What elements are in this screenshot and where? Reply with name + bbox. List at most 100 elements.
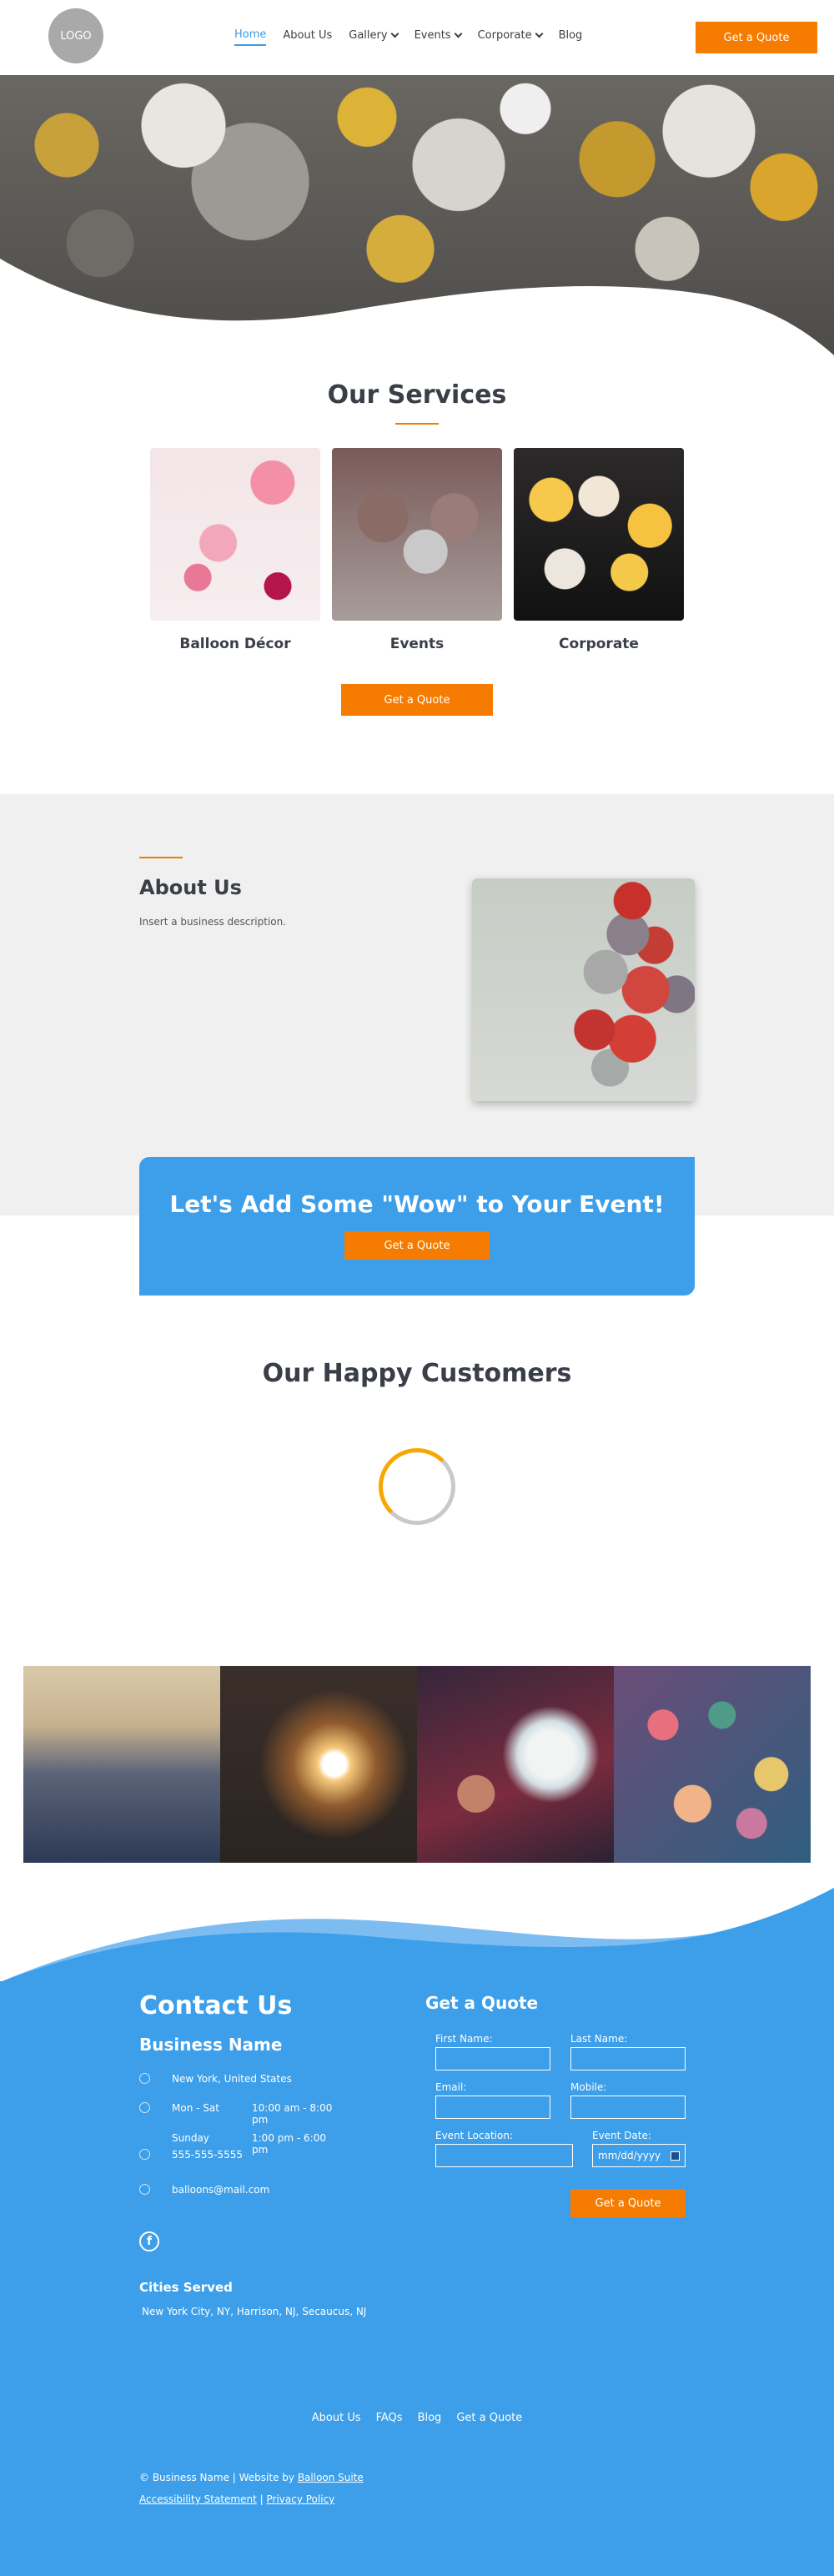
hours-time: 10:00 am - 8:00 pm bbox=[252, 2102, 333, 2126]
balloon-decor-image[interactable] bbox=[150, 448, 320, 621]
email-link[interactable]: balloons@mail.com bbox=[172, 2184, 269, 2196]
event-location-field[interactable] bbox=[435, 2144, 573, 2167]
gallery-image-tablet[interactable] bbox=[417, 1666, 614, 1863]
hours-row: Mon - Sat 10:00 am - 8:00 pm Sunday 1:00… bbox=[139, 2102, 344, 2156]
nav-about-label: About Us bbox=[283, 29, 333, 42]
event-date-field[interactable]: mm/dd/yyyy bbox=[592, 2144, 686, 2167]
copyright: © Business Name | Website by Balloon Sui… bbox=[139, 2472, 364, 2483]
nav-events-label: Events bbox=[414, 29, 451, 42]
last-name-label: Last Name: bbox=[570, 2033, 628, 2045]
nav-blog[interactable]: Blog bbox=[559, 28, 583, 46]
nav-about-us[interactable]: About Us bbox=[283, 28, 332, 46]
nav-corporate-label: Corporate bbox=[477, 29, 532, 42]
service-label[interactable]: Corporate bbox=[514, 636, 684, 652]
customers-title: Our Happy Customers bbox=[262, 1359, 572, 1388]
gallery-image-bokeh[interactable] bbox=[614, 1666, 811, 1863]
nav-events[interactable]: Events bbox=[414, 28, 463, 46]
clock-icon bbox=[139, 2102, 150, 2113]
footer-wave bbox=[0, 1888, 834, 1982]
nav-gallery[interactable]: Gallery bbox=[349, 28, 399, 46]
footer-link-faqs[interactable]: FAQs bbox=[376, 2412, 403, 2424]
footer-nav: About Us FAQs Blog Get a Quote bbox=[0, 2412, 834, 2424]
service-label[interactable]: Events bbox=[332, 636, 502, 652]
nav-home[interactable]: Home bbox=[234, 28, 267, 46]
corporate-image[interactable] bbox=[514, 448, 684, 621]
footer-link-about[interactable]: About Us bbox=[312, 2412, 361, 2424]
accessibility-link[interactable]: Accessibility Statement bbox=[139, 2493, 257, 2505]
date-placeholder: mm/dd/yyyy bbox=[598, 2150, 661, 2161]
calendar-icon[interactable] bbox=[671, 2151, 680, 2161]
credit-link[interactable]: Balloon Suite bbox=[298, 2472, 364, 2483]
contact-title: Contact Us bbox=[139, 1991, 293, 2020]
phone-row: 555-555-5555 bbox=[139, 2149, 243, 2161]
email-field[interactable] bbox=[435, 2096, 550, 2119]
footer-wrapper: Contact Us Business Name New York, Unite… bbox=[0, 1881, 834, 2576]
service-label[interactable]: Balloon Décor bbox=[150, 636, 320, 652]
about-divider bbox=[139, 857, 183, 858]
first-name-label: First Name: bbox=[435, 2033, 493, 2045]
mail-icon bbox=[139, 2184, 150, 2195]
privacy-link[interactable]: Privacy Policy bbox=[266, 2493, 334, 2505]
chevron-down-icon bbox=[390, 29, 399, 38]
email-label: Email: bbox=[435, 2081, 467, 2093]
quote-submit-button[interactable]: Get a Quote bbox=[570, 2189, 686, 2217]
location-text: New York, United States bbox=[172, 2073, 292, 2085]
mobile-field[interactable] bbox=[570, 2096, 686, 2119]
legal-separator: | bbox=[256, 2493, 267, 2505]
phone-icon bbox=[139, 2149, 150, 2160]
about-title: About Us bbox=[139, 876, 242, 899]
event-date-label: Event Date: bbox=[592, 2130, 651, 2141]
cities-list: New York City, NY, Harrison, NJ, Secaucu… bbox=[142, 2306, 367, 2317]
copyright-text: © Business Name | Website by bbox=[139, 2472, 298, 2483]
nav-home-label: Home bbox=[234, 28, 267, 41]
location-row: New York, United States bbox=[139, 2073, 292, 2085]
legal-links: Accessibility Statement | Privacy Policy bbox=[139, 2493, 334, 2505]
services-title: Our Services bbox=[327, 380, 507, 410]
gallery-image-city[interactable] bbox=[23, 1666, 220, 1863]
loading-spinner-icon bbox=[379, 1448, 455, 1525]
email-row: balloons@mail.com bbox=[139, 2184, 269, 2196]
facebook-icon[interactable]: f bbox=[139, 2231, 159, 2251]
nav-blog-label: Blog bbox=[558, 29, 583, 42]
chevron-down-icon bbox=[454, 29, 463, 38]
footer-link-blog[interactable]: Blog bbox=[418, 2412, 442, 2424]
business-name: Business Name bbox=[139, 2035, 283, 2055]
title-divider bbox=[395, 423, 439, 425]
about-balloons-image bbox=[472, 878, 695, 1101]
cta-title: Let's Add Some "Wow" to Your Event! bbox=[169, 1190, 665, 1218]
cta-banner: Let's Add Some "Wow" to Your Event! Get … bbox=[139, 1157, 695, 1296]
logo[interactable]: LOGO bbox=[48, 8, 103, 63]
service-card-corporate[interactable]: Corporate bbox=[514, 448, 684, 652]
gallery-image-sparkler[interactable] bbox=[220, 1666, 417, 1863]
phone-link[interactable]: 555-555-5555 bbox=[172, 2149, 243, 2161]
events-image[interactable] bbox=[332, 448, 502, 621]
event-location-label: Event Location: bbox=[435, 2130, 513, 2141]
cities-title: Cities Served bbox=[139, 2280, 233, 2295]
hours-table: Mon - Sat 10:00 am - 8:00 pm Sunday 1:00… bbox=[172, 2102, 344, 2156]
footer-link-quote[interactable]: Get a Quote bbox=[456, 2412, 522, 2424]
location-pin-icon bbox=[139, 2073, 150, 2084]
chevron-down-icon bbox=[535, 29, 544, 38]
nav-corporate[interactable]: Corporate bbox=[477, 28, 544, 46]
mobile-label: Mobile: bbox=[570, 2081, 607, 2093]
site-footer: Contact Us Business Name New York, Unite… bbox=[0, 1981, 834, 2576]
first-name-field[interactable] bbox=[435, 2047, 550, 2070]
cta-quote-button[interactable]: Get a Quote bbox=[344, 1231, 490, 1260]
main-nav: Home About Us Gallery Events Corporate B… bbox=[234, 28, 582, 46]
header-quote-button[interactable]: Get a Quote bbox=[696, 22, 817, 53]
hero-wave bbox=[0, 259, 834, 355]
hero-image bbox=[0, 75, 834, 355]
photo-gallery bbox=[23, 1666, 811, 1863]
services-section: Our Services Balloon Décor Events Corpor… bbox=[0, 355, 834, 794]
last-name-field[interactable] bbox=[570, 2047, 686, 2070]
services-grid: Balloon Décor Events Corporate bbox=[0, 448, 834, 652]
hours-time: 1:00 pm - 6:00 pm bbox=[252, 2132, 326, 2156]
nav-gallery-label: Gallery bbox=[349, 29, 388, 42]
about-description: Insert a business description. bbox=[139, 916, 287, 928]
quote-form-title: Get a Quote bbox=[425, 1993, 539, 2013]
service-card-balloon-decor[interactable]: Balloon Décor bbox=[150, 448, 320, 652]
about-section: About Us Insert a business description. bbox=[0, 794, 834, 1215]
services-quote-button[interactable]: Get a Quote bbox=[341, 684, 493, 716]
service-card-events[interactable]: Events bbox=[332, 448, 502, 652]
site-header: LOGO Home About Us Gallery Events Corpor… bbox=[0, 0, 834, 75]
